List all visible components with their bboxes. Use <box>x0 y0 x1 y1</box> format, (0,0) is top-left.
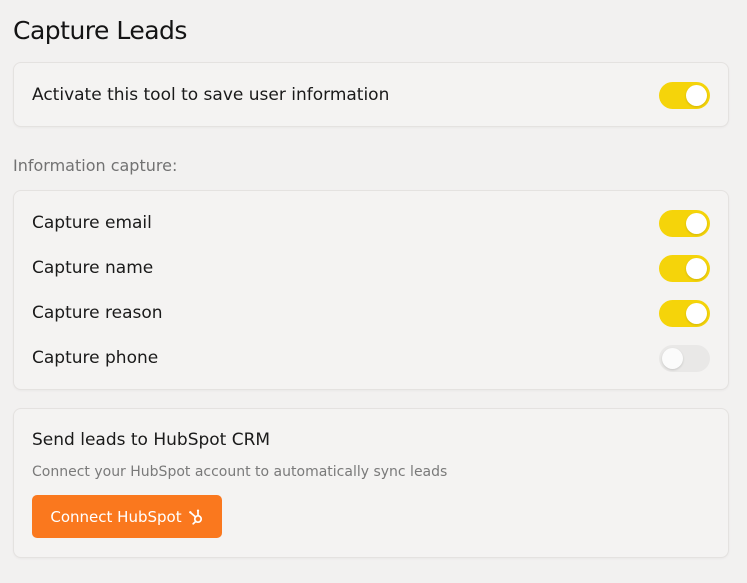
capture-email-toggle[interactable] <box>659 209 710 237</box>
capture-email-label: Capture email <box>32 213 152 233</box>
connect-hubspot-label: Connect HubSpot <box>50 507 182 526</box>
capture-name-row: Capture name <box>32 254 710 282</box>
information-capture-card: Capture email Capture name Capture reaso… <box>13 190 729 390</box>
information-capture-label: Information capture: <box>13 156 178 175</box>
capture-email-row: Capture email <box>32 209 710 237</box>
activate-toggle[interactable] <box>659 81 710 109</box>
capture-reason-toggle[interactable] <box>659 299 710 327</box>
capture-reason-row: Capture reason <box>32 299 710 327</box>
capture-name-toggle[interactable] <box>659 254 710 282</box>
toggle-knob <box>686 302 707 324</box>
toggle-knob <box>686 212 707 234</box>
activate-card: Activate this tool to save user informat… <box>13 62 729 127</box>
capture-phone-row: Capture phone <box>32 344 710 372</box>
toggle-knob <box>686 84 707 106</box>
activate-label: Activate this tool to save user informat… <box>32 85 390 105</box>
capture-phone-toggle[interactable] <box>659 344 710 372</box>
hubspot-description: Connect your HubSpot account to automati… <box>32 464 448 480</box>
toggle-knob <box>686 257 707 279</box>
activate-row: Activate this tool to save user informat… <box>32 81 710 109</box>
capture-reason-label: Capture reason <box>32 303 163 323</box>
page-title: Capture Leads <box>13 16 187 45</box>
hubspot-title: Send leads to HubSpot CRM <box>32 430 271 450</box>
toggle-knob <box>662 347 683 369</box>
connect-hubspot-button[interactable]: Connect HubSpot <box>32 495 222 538</box>
hubspot-icon <box>188 508 204 525</box>
capture-name-label: Capture name <box>32 258 154 278</box>
capture-phone-label: Capture phone <box>32 348 159 368</box>
hubspot-card: Send leads to HubSpot CRM Connect your H… <box>13 408 729 558</box>
